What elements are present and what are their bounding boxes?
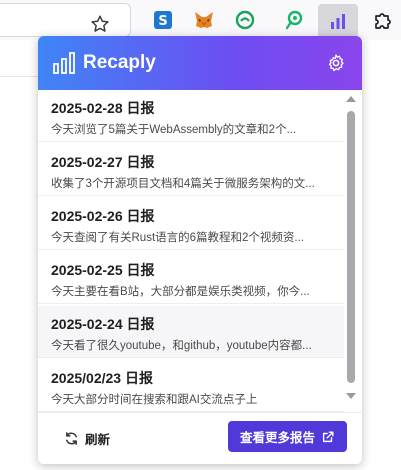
- report-item[interactable]: 2025-02-26 日报 今天查阅了有关Rust语言的6篇教程和2个视频资..…: [38, 198, 344, 250]
- report-list[interactable]: 2025-02-28 日报 今天浏览了5篇关于WebAssembly的文章和2个…: [38, 90, 344, 412]
- recaply-logo-icon: [53, 52, 75, 74]
- refresh-label: 刷新: [85, 432, 111, 447]
- popup-header: Recaply: [38, 36, 362, 90]
- view-more-reports-button[interactable]: 查看更多报告: [228, 421, 347, 452]
- report-summary: 收集了3个开源项目文档和4篇关于微服务架构的文...: [51, 178, 315, 190]
- s-extension-icon[interactable]: S: [152, 9, 174, 31]
- view-more-label: 查看更多报告: [239, 431, 315, 445]
- report-summary: 今天看了很久youtube，和github，youtube内容都...: [51, 340, 312, 352]
- refresh-icon: [66, 431, 77, 445]
- green-pin-extension-icon[interactable]: [283, 9, 305, 31]
- report-item[interactable]: 2025-02-24 日报 今天看了很久youtube，和github，yout…: [38, 306, 344, 358]
- scroll-down-arrow-icon[interactable]: [345, 391, 357, 401]
- scroll-up-arrow-icon[interactable]: [345, 94, 357, 104]
- report-title: 2025-02-25 日报: [51, 262, 155, 278]
- metamask-fox-icon[interactable]: [193, 9, 215, 31]
- active-extension-button[interactable]: [318, 4, 358, 38]
- report-item[interactable]: 2025-02-27 日报 收集了3个开源项目文档和4篇关于微服务架构的文...: [38, 144, 344, 196]
- browser-toolbar: S: [0, 0, 401, 40]
- report-title: 2025-02-27 日报: [51, 154, 155, 170]
- report-title: 2025/02/23 日报: [51, 370, 153, 386]
- brand-title: Recaply: [83, 52, 156, 73]
- report-item[interactable]: 2025/02/23 日报 今天大部分时间在搜索和跟AI交流点子上: [38, 360, 344, 412]
- scrollbar-thumb[interactable]: [347, 111, 355, 383]
- report-summary: 今天主要在看B站，大部分都是娱乐类视频，你今...: [51, 286, 310, 298]
- puzzle-extensions-icon[interactable]: [371, 9, 393, 31]
- refresh-button[interactable]: 刷新: [64, 427, 110, 449]
- report-title: 2025-02-24 日报: [51, 316, 155, 332]
- svg-text:S: S: [158, 14, 167, 29]
- recaply-popup: Recaply 2025-02-28 日报 今天浏览了5篇关于WebAssemb…: [38, 36, 362, 464]
- address-bar[interactable]: [0, 3, 131, 37]
- report-title: 2025-02-26 日报: [51, 208, 155, 224]
- external-link-icon: [322, 430, 334, 442]
- green-circle-extension-icon[interactable]: [234, 9, 256, 31]
- report-summary: 今天大部分时间在搜索和跟AI交流点子上: [51, 394, 258, 406]
- report-summary: 今天查阅了有关Rust语言的6篇教程和2个视频资...: [51, 232, 305, 244]
- report-item[interactable]: 2025-02-28 日报 今天浏览了5篇关于WebAssembly的文章和2个…: [38, 90, 344, 142]
- settings-gear-icon[interactable]: [326, 53, 346, 73]
- popup-footer: 刷新 查看更多报告: [38, 412, 362, 464]
- report-title: 2025-02-28 日报: [51, 100, 155, 116]
- report-item[interactable]: 2025-02-25 日报 今天主要在看B站，大部分都是娱乐类视频，你今...: [38, 252, 344, 304]
- report-summary: 今天浏览了5篇关于WebAssembly的文章和2个...: [51, 124, 297, 136]
- recaply-chart-icon: [331, 14, 345, 29]
- star-bookmark-icon[interactable]: [89, 13, 111, 35]
